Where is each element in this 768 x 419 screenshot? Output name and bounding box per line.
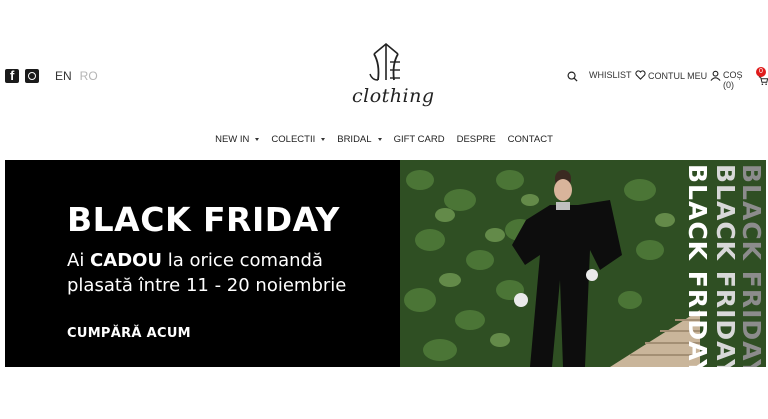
- nav-item-label: DESPRE: [456, 134, 496, 145]
- search-icon[interactable]: [567, 71, 578, 82]
- chevron-down-icon: [321, 138, 326, 141]
- wishlist-link[interactable]: WHISLIST: [589, 70, 646, 80]
- nav-item-label: COLECTII: [271, 134, 316, 145]
- shop-now-button[interactable]: CUMPĂRĂ ACUM: [67, 326, 191, 341]
- nav-item-label: NEW IN: [215, 134, 250, 145]
- vertical-title: BLACK FRIDAY: [683, 164, 712, 367]
- logo-text: clothing: [352, 85, 435, 107]
- hero-image: BLACK FRIDAY BLACK FRIDAY BLACK FRIDAY: [400, 160, 766, 367]
- nav-item-despre[interactable]: DESPRE: [457, 134, 496, 145]
- vertical-title: BLACK FRIDAY: [711, 164, 740, 367]
- nav-item-label: GIFT CARD: [393, 134, 445, 145]
- cart-count-badge: 0: [756, 67, 766, 77]
- hero-subtitle-highlight: CADOU: [90, 250, 163, 271]
- instagram-icon[interactable]: [25, 69, 39, 83]
- hero-banner[interactable]: BLACK FRIDAY Ai CADOU la orice comandă p…: [5, 160, 766, 367]
- hero-text-panel: BLACK FRIDAY Ai CADOU la orice comandă p…: [5, 160, 400, 367]
- cart-label: COȘ (0): [723, 70, 743, 90]
- vertical-title-strip: BLACK FRIDAY BLACK FRIDAY BLACK FRIDAY: [683, 160, 766, 367]
- heart-icon: [634, 70, 646, 80]
- nav-item-contact[interactable]: CONTACT: [508, 134, 553, 145]
- account-label: CONTUL MEU: [648, 70, 708, 81]
- user-icon: [710, 70, 721, 81]
- chevron-down-icon: [377, 138, 382, 141]
- account-link[interactable]: CONTUL MEU: [648, 70, 721, 81]
- social-links: [5, 68, 39, 83]
- chevron-down-icon: [255, 138, 260, 141]
- nav-item-label: BRIDAL: [337, 134, 372, 145]
- language-ro[interactable]: RO: [80, 69, 98, 83]
- facebook-icon[interactable]: [5, 68, 19, 83]
- nav-item-colectii[interactable]: COLECTII: [271, 134, 326, 145]
- hero-subtitle-prefix: Ai: [67, 250, 91, 271]
- wishlist-label: WHISLIST: [589, 70, 632, 80]
- hero-subtitle: Ai CADOU la orice comandă plasată între …: [67, 248, 387, 298]
- nav-item-gift-card[interactable]: GIFT CARD: [394, 134, 445, 145]
- main-navigation: NEW IN COLECTII BRIDAL GIFT CARD DESPRE …: [0, 134, 768, 145]
- nav-item-label: CONTACT: [507, 134, 553, 145]
- nav-item-bridal[interactable]: BRIDAL: [337, 134, 382, 145]
- vertical-title: BLACK FRIDAY: [737, 164, 766, 367]
- nav-item-new-in[interactable]: NEW IN: [215, 134, 260, 145]
- language-en[interactable]: EN: [55, 69, 72, 83]
- language-switcher: EN RO: [55, 69, 98, 83]
- hero-title: BLACK FRIDAY: [67, 200, 340, 239]
